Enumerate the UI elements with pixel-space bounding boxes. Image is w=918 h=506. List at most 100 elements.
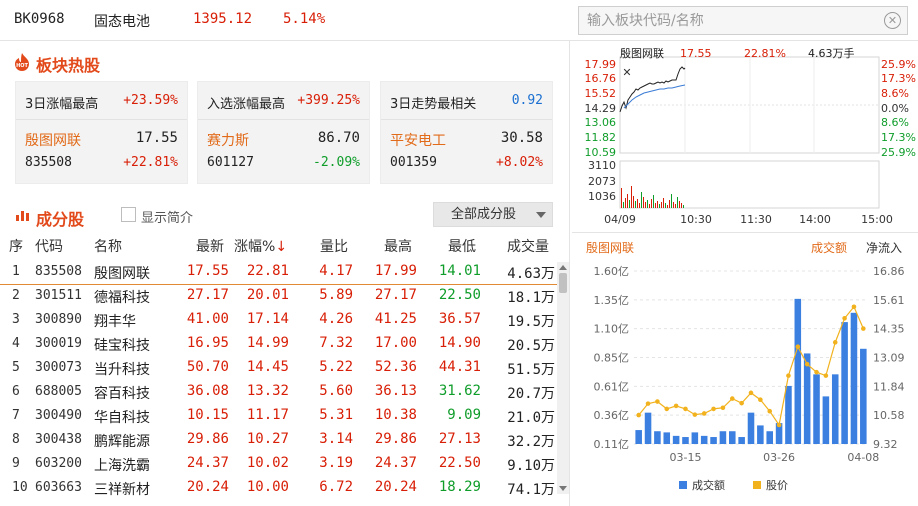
- price-point[interactable]: [720, 405, 726, 411]
- turnover-bar[interactable]: [729, 431, 736, 444]
- turnover-bar[interactable]: [700, 435, 708, 444]
- turnover-bar[interactable]: [691, 432, 699, 444]
- show-intro-checkbox[interactable]: [121, 207, 136, 222]
- price-point[interactable]: [842, 315, 847, 321]
- price-point[interactable]: [823, 373, 829, 378]
- col-high[interactable]: 最高: [384, 236, 412, 256]
- card-stock-price: 30.58: [500, 130, 543, 146]
- hot-stock-card[interactable]: 3日涨幅最高 +23.59% 殷图网联 17.55 835508 +22.81%: [15, 81, 188, 184]
- col-index[interactable]: 序: [9, 236, 23, 256]
- turnover-price-chart[interactable]: 殷图网联 成交额 净流入1.60亿 16.861.35亿 15.611.10亿 14.35…: [572, 236, 918, 504]
- card-stock-name[interactable]: 殷图网联: [25, 130, 81, 150]
- cell-volume: 20.5万: [507, 338, 555, 354]
- cell-volume: 21.0万: [507, 410, 555, 426]
- price-point[interactable]: [645, 401, 651, 406]
- scroll-up-icon[interactable]: [559, 265, 567, 270]
- price-point[interactable]: [711, 406, 716, 412]
- turnover-bar[interactable]: [766, 431, 773, 444]
- table-row[interactable]: 3 300890 翔丰华 41.00 17.14 4.26 41.25 36.57 19.5万: [0, 309, 560, 333]
- card-metric-label: 3日涨幅最高: [25, 97, 99, 112]
- col-price[interactable]: 最新: [196, 236, 224, 256]
- intraday-volume-bar: [643, 197, 644, 208]
- col-low[interactable]: 最低: [448, 236, 476, 256]
- turnover-bar[interactable]: [860, 348, 867, 444]
- cell-code: 688005: [35, 384, 82, 399]
- price-point[interactable]: [758, 397, 763, 403]
- turnover-bar[interactable]: [841, 322, 848, 444]
- price-point[interactable]: [739, 400, 744, 406]
- turnover-bar[interactable]: [831, 374, 839, 444]
- turnover-bar[interactable]: [850, 312, 858, 444]
- col-code[interactable]: 代码: [35, 236, 63, 256]
- search-input[interactable]: [579, 7, 869, 34]
- price-point[interactable]: [804, 361, 810, 367]
- turnover-bar[interactable]: [738, 437, 745, 444]
- col-change[interactable]: 涨幅%↓: [234, 236, 287, 256]
- price-point[interactable]: [701, 411, 707, 416]
- intraday-right-tick: 0.0%: [881, 102, 909, 115]
- table-row[interactable]: 2 301511 德福科技 27.17 20.01 5.89 27.17 22.50 18.1万: [0, 285, 560, 309]
- turnover-bar[interactable]: [644, 412, 652, 444]
- turnover-bar[interactable]: [813, 374, 820, 444]
- turnover-bar[interactable]: [654, 431, 661, 444]
- daily-x-tick: 04-08: [847, 451, 879, 464]
- intraday-left-tick: 13.06: [585, 116, 617, 129]
- table-row[interactable]: 8 300438 鹏辉能源 29.86 10.27 3.14 29.86 27.13 32.2万: [0, 429, 560, 453]
- price-point[interactable]: [795, 344, 801, 350]
- price-point[interactable]: [673, 403, 679, 409]
- price-point[interactable]: [692, 412, 698, 417]
- price-point[interactable]: [767, 408, 773, 414]
- cell-code: 300073: [35, 360, 82, 375]
- turnover-bar[interactable]: [663, 432, 671, 444]
- turnover-bar[interactable]: [682, 437, 689, 444]
- table-row[interactable]: 4 300019 硅宝科技 16.95 14.99 7.32 17.00 14.90 20.5万: [0, 333, 560, 357]
- turnover-bar[interactable]: [785, 385, 792, 444]
- price-point[interactable]: [655, 399, 660, 404]
- turnover-bar[interactable]: [757, 425, 764, 444]
- cell-change: 20.01: [246, 287, 289, 303]
- turnover-bar[interactable]: [794, 298, 802, 444]
- scroll-thumb[interactable]: [559, 273, 567, 293]
- price-point[interactable]: [776, 422, 782, 428]
- price-point[interactable]: [861, 326, 866, 331]
- turnover-bar[interactable]: [822, 396, 830, 444]
- intraday-chart[interactable]: ✕ 殷图网联 17.55 22.81% 4.63万手 17.99 25.9% 16.76 17…: [572, 42, 918, 228]
- price-point[interactable]: [814, 369, 819, 375]
- table-scrollbar[interactable]: [557, 262, 569, 494]
- price-point[interactable]: [729, 396, 735, 401]
- cell-change: 10.27: [246, 431, 289, 447]
- turnover-bar[interactable]: [710, 437, 717, 444]
- clear-icon[interactable]: ✕: [884, 12, 901, 29]
- turnover-bar[interactable]: [635, 430, 642, 444]
- table-row[interactable]: 5 300073 当升科技 50.70 14.45 5.22 52.36 44.31 51.5万: [0, 357, 560, 381]
- table-row[interactable]: 7 300490 华自科技 10.15 11.17 5.31 10.38 9.09 21.0万: [0, 405, 560, 429]
- price-point[interactable]: [664, 406, 670, 412]
- price-point[interactable]: [786, 373, 791, 378]
- card-stock-name[interactable]: 平安电工: [390, 130, 446, 150]
- close-icon[interactable]: ✕: [622, 66, 631, 79]
- price-point[interactable]: [748, 390, 754, 396]
- table-row[interactable]: 1 835508 殷图网联 17.55 22.81 4.17 17.99 14.01 4.63万: [0, 261, 560, 285]
- turnover-bar[interactable]: [672, 435, 680, 444]
- price-point[interactable]: [832, 340, 838, 345]
- hot-stock-card[interactable]: 入选涨幅最高 +399.25% 赛力斯 86.70 601127 -2.09%: [197, 81, 370, 184]
- turnover-bar[interactable]: [747, 412, 755, 444]
- search-box[interactable]: ✕: [578, 6, 908, 35]
- cell-change: 14.45: [246, 359, 289, 375]
- col-volume[interactable]: 成交量: [507, 236, 549, 256]
- cell-low: 31.62: [438, 383, 481, 399]
- price-point[interactable]: [851, 304, 857, 310]
- col-name[interactable]: 名称: [94, 236, 122, 256]
- turnover-bar[interactable]: [719, 431, 727, 444]
- col-volume-ratio[interactable]: 量比: [320, 236, 348, 256]
- scroll-down-icon[interactable]: [559, 486, 567, 491]
- table-row[interactable]: 10 603663 三祥新材 20.24 10.00 6.72 20.24 18.29 74.1…: [0, 477, 560, 501]
- table-row[interactable]: 9 603200 上海洗霸 24.37 10.02 3.19 24.37 22.50 9.10万: [0, 453, 560, 477]
- price-point[interactable]: [683, 406, 688, 412]
- hot-stock-card[interactable]: 3日走势最相关 0.92 平安电工 30.58 001359 +8.02%: [380, 81, 553, 184]
- price-point[interactable]: [636, 412, 641, 418]
- table-row[interactable]: 6 688005 容百科技 36.08 13.32 5.60 36.13 31.62 20.7万: [0, 381, 560, 405]
- constituent-filter-dropdown[interactable]: 全部成分股: [433, 202, 553, 227]
- turnover-bar[interactable]: [803, 353, 811, 444]
- card-stock-name[interactable]: 赛力斯: [207, 130, 249, 150]
